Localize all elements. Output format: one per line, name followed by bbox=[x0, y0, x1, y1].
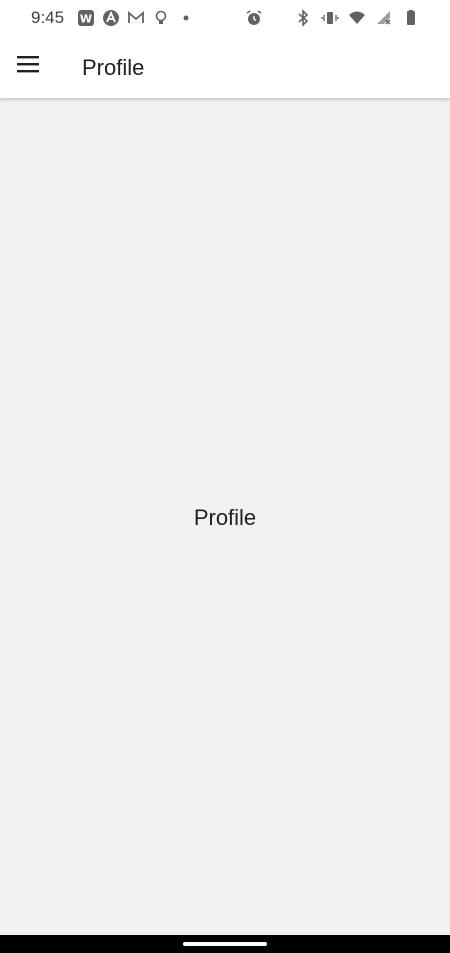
home-gesture-handle[interactable] bbox=[183, 942, 267, 946]
w-app-icon: W bbox=[76, 8, 95, 27]
notification-icons: W bbox=[76, 8, 195, 27]
main-content: Profile bbox=[0, 98, 450, 935]
status-time: 9:45 bbox=[31, 8, 65, 27]
alarm-icon bbox=[244, 8, 263, 27]
app-bar: Profile bbox=[0, 36, 450, 98]
hamburger-menu-button[interactable] bbox=[10, 46, 46, 86]
wifi-icon bbox=[347, 8, 366, 27]
lightbulb-icon bbox=[151, 8, 170, 27]
status-bar: 9:45 W bbox=[0, 0, 450, 36]
gmail-icon bbox=[126, 8, 145, 27]
hamburger-menu-icon bbox=[16, 54, 40, 79]
a-app-icon bbox=[101, 8, 120, 27]
bluetooth-icon bbox=[293, 8, 312, 27]
battery-icon bbox=[401, 8, 420, 27]
page-title: Profile bbox=[82, 55, 145, 80]
system-status-icons bbox=[244, 8, 420, 27]
profile-placeholder-text: Profile bbox=[193, 505, 257, 530]
svg-text:W: W bbox=[79, 12, 91, 25]
screen: 9:45 W Profile Profile bbox=[0, 0, 450, 953]
dot-icon bbox=[176, 8, 195, 27]
vibrate-icon bbox=[320, 8, 339, 27]
system-navigation-bar bbox=[0, 935, 450, 953]
cellular-no-signal-icon bbox=[374, 8, 393, 27]
